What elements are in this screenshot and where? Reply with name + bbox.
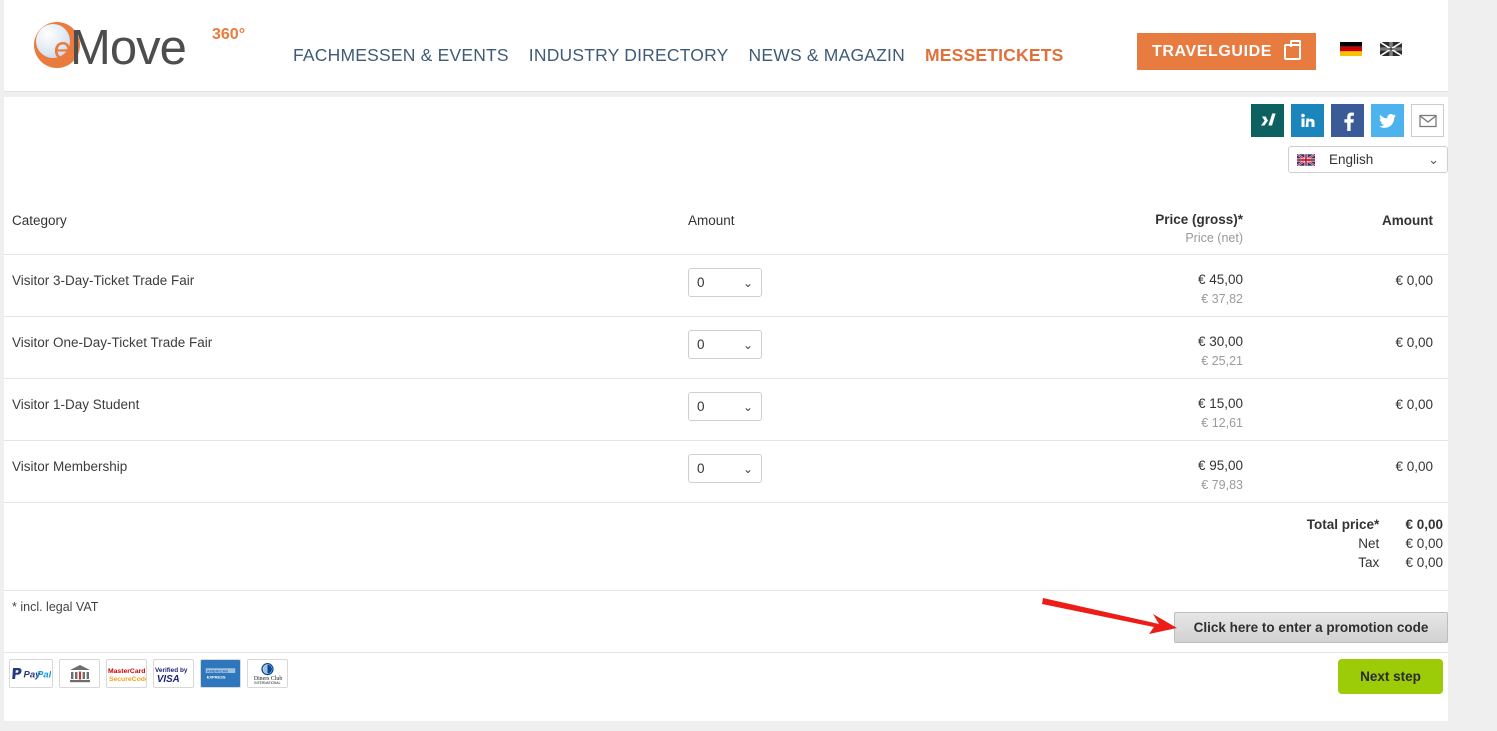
header-category: Category xyxy=(12,213,67,228)
row-amount: € 0,00 xyxy=(1395,335,1433,350)
site-logo[interactable]: e Move 360° xyxy=(30,14,250,78)
vat-and-promo-row: * incl. legal VAT Click here to enter a … xyxy=(4,591,1448,653)
row-amount: € 0,00 xyxy=(1395,459,1433,474)
row-price-gross: € 15,00 xyxy=(1197,396,1243,411)
table-row: Visitor Membership 0 ⌄ € 95,00 € 79,83 €… xyxy=(4,441,1448,503)
nav-item-news-magazin[interactable]: NEWS & MAGAZIN xyxy=(749,45,905,66)
total-price-value: € 0,00 xyxy=(1405,517,1443,532)
total-price-line: Total price* € 0,00 xyxy=(4,517,1443,532)
mastercard-securecode-logo: MasterCard. SecureCode. xyxy=(106,659,147,688)
table-row: Visitor One-Day-Ticket Trade Fair 0 ⌄ € … xyxy=(4,317,1448,379)
diners-club-logo: Diners Club INTERNATIONAL xyxy=(247,659,288,688)
promotion-code-button[interactable]: Click here to enter a promotion code xyxy=(1174,612,1448,643)
american-express-logo: AMERICAN EXPRESS xyxy=(200,659,241,688)
email-icon[interactable] xyxy=(1411,104,1444,137)
row-price-net: € 25,21 xyxy=(1201,354,1243,368)
linkedin-icon[interactable] xyxy=(1291,104,1324,137)
site-header: e Move 360° FACHMESSEN & EVENTS INDUSTRY… xyxy=(4,0,1448,92)
table-header-row: Category Amount Price (gross)* Price (ne… xyxy=(4,201,1448,255)
next-step-button[interactable]: Next step xyxy=(1338,659,1443,694)
svg-text:EXPRESS: EXPRESS xyxy=(207,674,226,679)
svg-text:MasterCard.: MasterCard. xyxy=(108,668,146,675)
row-price-net: € 79,83 xyxy=(1201,478,1243,492)
verified-by-visa-logo: Verified by VISA xyxy=(153,659,194,688)
quantity-select[interactable]: 0 ⌄ xyxy=(688,330,762,359)
tax-line: Tax € 0,00 xyxy=(4,555,1443,570)
chevron-down-icon: ⌄ xyxy=(1428,151,1439,167)
row-price-gross: € 95,00 xyxy=(1197,458,1243,473)
social-share-bar xyxy=(1251,104,1444,137)
english-flag-icon-small xyxy=(1297,153,1315,166)
ticket-shop-content: English ⌄ Category Amount Price (gross)*… xyxy=(4,97,1448,721)
quantity-value: 0 xyxy=(697,399,705,414)
logo-wordmark: Move xyxy=(70,21,187,75)
chevron-down-icon: ⌄ xyxy=(742,461,753,476)
main-navigation: FACHMESSEN & EVENTS INDUSTRY DIRECTORY N… xyxy=(293,45,1063,66)
row-price-gross: € 45,00 xyxy=(1197,272,1243,287)
header-price-gross: Price (gross)* xyxy=(1155,212,1243,227)
table-row: Visitor 3-Day-Ticket Trade Fair 0 ⌄ € 45… xyxy=(4,255,1448,317)
bank-transfer-logo xyxy=(59,659,100,688)
net-line: Net € 0,00 xyxy=(4,536,1443,551)
chevron-down-icon: ⌄ xyxy=(742,337,753,352)
briefcase-icon xyxy=(1284,39,1302,60)
header-total-amount: Amount xyxy=(1382,213,1433,228)
row-price-gross: € 30,00 xyxy=(1197,334,1243,349)
quantity-select[interactable]: 0 ⌄ xyxy=(688,392,762,421)
total-price-label: Total price* xyxy=(1306,517,1380,532)
header-price-net: Price (net) xyxy=(1185,231,1243,245)
row-amount: € 0,00 xyxy=(1395,273,1433,288)
logo-letter-e: e xyxy=(53,31,72,67)
travelguide-button[interactable]: TRAVELGUIDE xyxy=(1137,33,1316,70)
nav-item-messetickets[interactable]: MESSETICKETS xyxy=(925,45,1064,66)
logo-superscript: 360° xyxy=(212,26,246,43)
row-category-label: Visitor Membership xyxy=(12,459,128,474)
quantity-value: 0 xyxy=(697,337,705,352)
row-price-net: € 37,82 xyxy=(1201,292,1243,306)
language-selected-label: English xyxy=(1329,152,1374,167)
table-row: Visitor 1-Day Student 0 ⌄ € 15,00 € 12,6… xyxy=(4,379,1448,441)
twitter-icon[interactable] xyxy=(1371,104,1404,137)
language-flags xyxy=(1340,42,1402,56)
row-category-label: Visitor 1-Day Student xyxy=(12,397,140,412)
net-value: € 0,00 xyxy=(1405,536,1443,551)
quantity-value: 0 xyxy=(697,461,705,476)
quantity-select[interactable]: 0 ⌄ xyxy=(688,454,762,483)
chevron-down-icon: ⌄ xyxy=(742,275,753,290)
nav-item-fachmessen[interactable]: FACHMESSEN & EVENTS xyxy=(293,45,509,66)
quantity-select[interactable]: 0 ⌄ xyxy=(688,268,762,297)
svg-text:VISA: VISA xyxy=(157,673,180,683)
totals-section: Total price* € 0,00 Net € 0,00 Tax € 0,0… xyxy=(4,503,1448,591)
tax-value: € 0,00 xyxy=(1405,555,1443,570)
quantity-value: 0 xyxy=(697,275,705,290)
facebook-icon[interactable] xyxy=(1331,104,1364,137)
payment-methods: Pay Pal MasterCard. SecureCod Verified b… xyxy=(9,659,288,688)
row-category-label: Visitor 3-Day-Ticket Trade Fair xyxy=(12,273,195,288)
ticket-table: Category Amount Price (gross)* Price (ne… xyxy=(4,201,1448,731)
row-price-net: € 12,61 xyxy=(1201,416,1243,430)
vat-note: * incl. legal VAT xyxy=(12,600,99,614)
page-root: e Move 360° FACHMESSEN & EVENTS INDUSTRY… xyxy=(4,0,1448,721)
svg-text:INTERNATIONAL: INTERNATIONAL xyxy=(254,681,280,685)
nav-item-industry-directory[interactable]: INDUSTRY DIRECTORY xyxy=(529,45,729,66)
english-flag-icon[interactable] xyxy=(1380,42,1402,56)
chevron-down-icon: ⌄ xyxy=(742,399,753,414)
travelguide-label: TRAVELGUIDE xyxy=(1151,42,1273,60)
header-amount: Amount xyxy=(688,213,735,228)
checkout-footer: Pay Pal MasterCard. SecureCod Verified b… xyxy=(4,653,1448,731)
svg-text:AMERICAN: AMERICAN xyxy=(207,668,229,673)
xing-icon[interactable] xyxy=(1251,104,1284,137)
row-category-label: Visitor One-Day-Ticket Trade Fair xyxy=(12,335,213,350)
german-flag-icon[interactable] xyxy=(1340,42,1362,56)
row-amount: € 0,00 xyxy=(1395,397,1433,412)
net-label: Net xyxy=(1358,536,1380,551)
svg-text:SecureCode.: SecureCode. xyxy=(109,675,146,682)
tax-label: Tax xyxy=(1358,555,1380,570)
language-selector[interactable]: English ⌄ xyxy=(1288,146,1448,173)
svg-text:Pal: Pal xyxy=(37,669,51,680)
paypal-logo: Pay Pal xyxy=(9,659,53,688)
